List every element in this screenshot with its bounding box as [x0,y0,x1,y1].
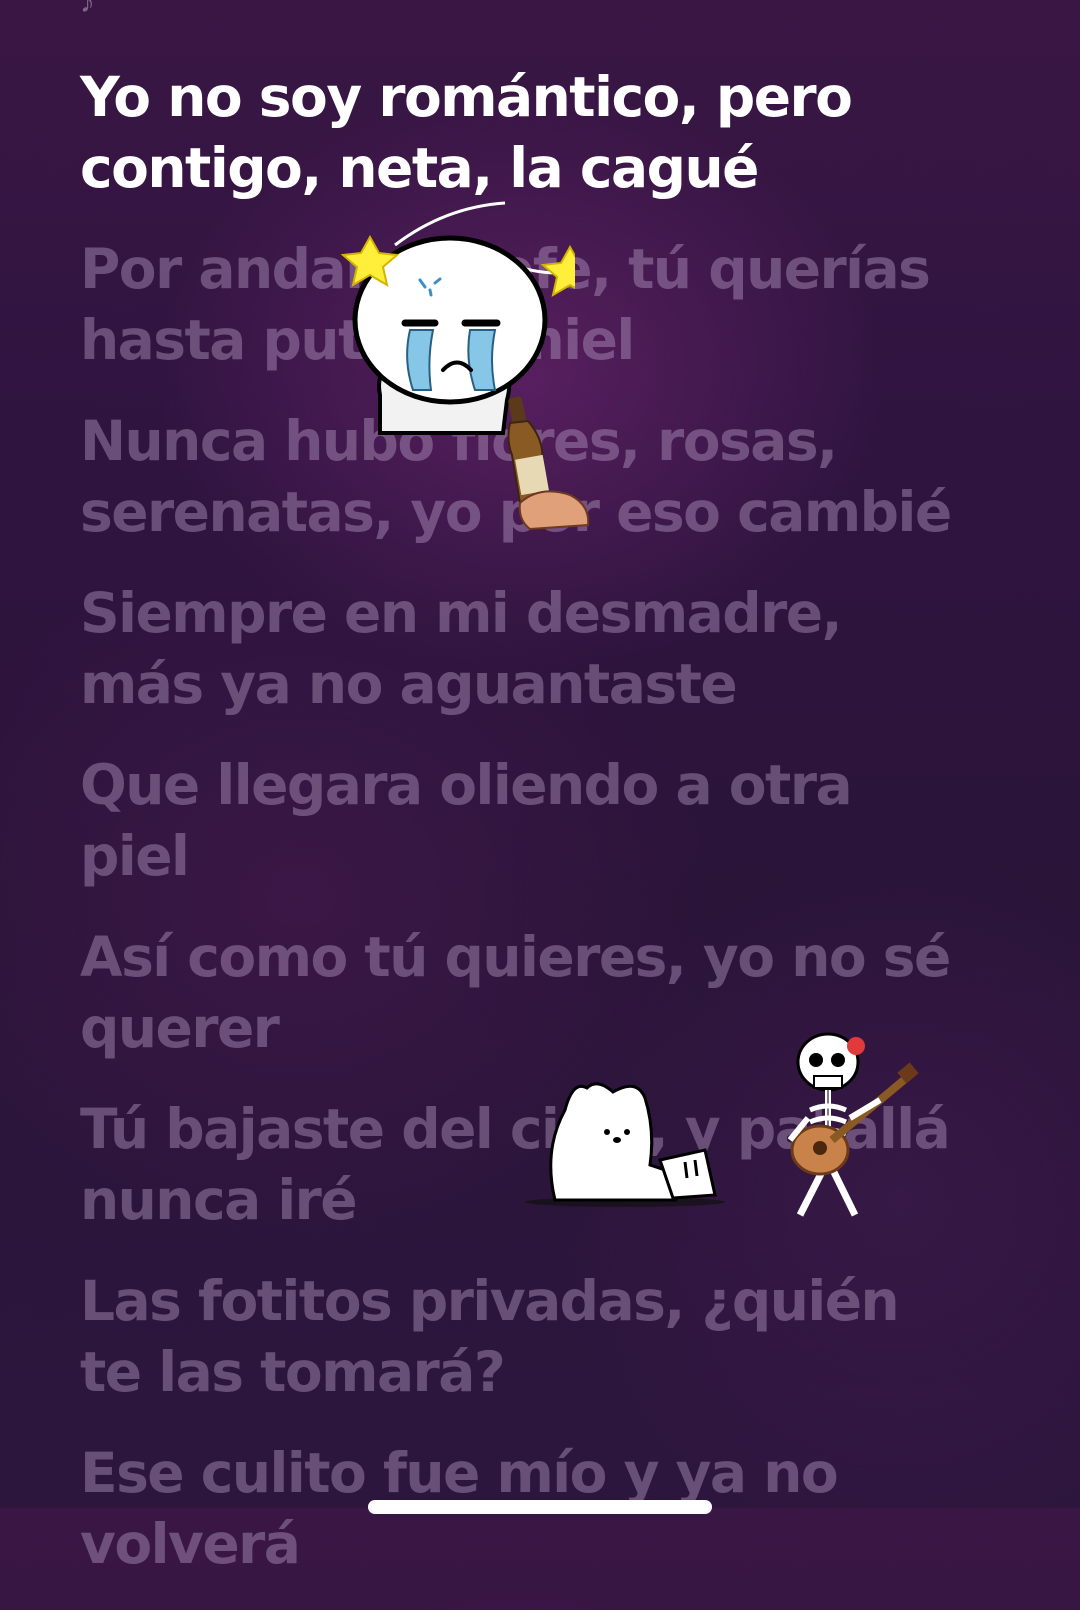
beer-bottle-sticker [507,396,590,531]
home-indicator [368,1500,712,1514]
lyric-line[interactable]: Siempre en mi desmadre, más ya no aguant… [80,578,960,720]
lyric-line-active[interactable]: Yo no soy romántico, pero contigo, neta,… [80,62,960,204]
lyric-line[interactable]: Las fotitos privadas, ¿quién te las toma… [80,1266,960,1408]
music-note-icon: ♪ [80,0,95,19]
lyric-line[interactable]: Que llegara oliendo a otra piel [80,750,960,892]
sad-bear-sticker [525,1082,725,1207]
skeleton-guitar-sticker [787,1032,919,1217]
